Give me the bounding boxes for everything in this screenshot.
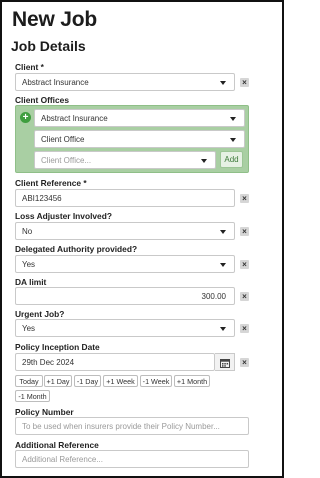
additional-reference-input[interactable]: Additional Reference... xyxy=(15,450,249,468)
clear-urgent-icon[interactable]: × xyxy=(240,324,249,333)
policy-inception-label: Policy Inception Date xyxy=(15,342,100,352)
calendar-button[interactable] xyxy=(215,353,235,371)
office-value: Client Office xyxy=(41,134,85,144)
clear-policy-inception-icon[interactable]: × xyxy=(240,358,249,367)
add-office-icon[interactable]: + xyxy=(20,112,31,123)
additional-reference-placeholder: Additional Reference... xyxy=(22,454,103,464)
section-title: Job Details xyxy=(11,38,86,54)
additional-reference-label: Additional Reference xyxy=(15,440,99,450)
da-limit-value: 300.00 xyxy=(201,291,226,301)
office-select[interactable]: Client Office xyxy=(34,130,245,148)
chevron-down-icon xyxy=(220,81,226,85)
clear-da-limit-icon[interactable]: × xyxy=(240,292,249,301)
policy-number-input[interactable]: To be used when insurers provide their P… xyxy=(15,417,249,435)
policy-number-label: Policy Number xyxy=(15,407,74,417)
client-label: Client * xyxy=(15,62,44,72)
client-offices-label: Client Offices xyxy=(15,95,69,105)
chevron-down-icon xyxy=(220,230,226,234)
plus-1-week-button[interactable]: +1 Week xyxy=(103,375,138,387)
urgent-label: Urgent Job? xyxy=(15,309,65,319)
minus-1-week-button[interactable]: -1 Week xyxy=(140,375,172,387)
client-value: Abstract Insurance xyxy=(22,77,89,87)
minus-1-month-button[interactable]: -1 Month xyxy=(15,390,50,402)
client-reference-input[interactable]: ABI123456 xyxy=(15,189,235,207)
loss-adjuster-select[interactable]: No xyxy=(15,222,235,240)
chevron-down-icon xyxy=(230,117,236,121)
delegated-authority-label: Delegated Authority provided? xyxy=(15,244,138,254)
calendar-icon xyxy=(220,359,230,368)
chevron-down-icon xyxy=(230,138,236,142)
clear-loss-adjuster-icon[interactable]: × xyxy=(240,227,249,236)
client-reference-value: ABI123456 xyxy=(22,193,62,203)
page-title: New Job xyxy=(12,8,97,31)
chevron-down-icon xyxy=(201,159,207,163)
client-select[interactable]: Abstract Insurance xyxy=(15,73,235,91)
plus-1-day-button[interactable]: +1 Day xyxy=(44,375,72,387)
plus-1-month-button[interactable]: +1 Month xyxy=(174,375,210,387)
loss-adjuster-value: No xyxy=(22,226,33,236)
new-office-placeholder: Client Office... xyxy=(41,155,92,165)
chevron-down-icon xyxy=(220,263,226,267)
chevron-down-icon xyxy=(220,327,226,331)
office-insurer-select[interactable]: Abstract Insurance xyxy=(34,109,245,127)
office-insurer-value: Abstract Insurance xyxy=(41,113,108,123)
delegated-authority-value: Yes xyxy=(22,259,36,269)
clear-client-reference-icon[interactable]: × xyxy=(240,194,249,203)
clear-client-icon[interactable]: × xyxy=(240,78,249,87)
loss-adjuster-label: Loss Adjuster Involved? xyxy=(15,211,112,221)
clear-delegated-authority-icon[interactable]: × xyxy=(240,260,249,269)
urgent-select[interactable]: Yes xyxy=(15,319,235,337)
new-office-select[interactable]: Client Office... xyxy=(34,151,216,169)
urgent-value: Yes xyxy=(22,323,36,333)
da-limit-input[interactable]: 300.00 xyxy=(15,287,235,305)
client-reference-label: Client Reference * xyxy=(15,178,87,188)
add-office-button[interactable]: Add xyxy=(220,151,243,168)
policy-number-placeholder: To be used when insurers provide their P… xyxy=(22,421,220,431)
da-limit-label: DA limit xyxy=(15,277,47,287)
today-button[interactable]: Today xyxy=(15,375,43,387)
minus-1-day-button[interactable]: -1 Day xyxy=(74,375,101,387)
delegated-authority-select[interactable]: Yes xyxy=(15,255,235,273)
policy-inception-value: 29th Dec 2024 xyxy=(22,357,75,367)
policy-inception-input[interactable]: 29th Dec 2024 xyxy=(15,353,215,371)
